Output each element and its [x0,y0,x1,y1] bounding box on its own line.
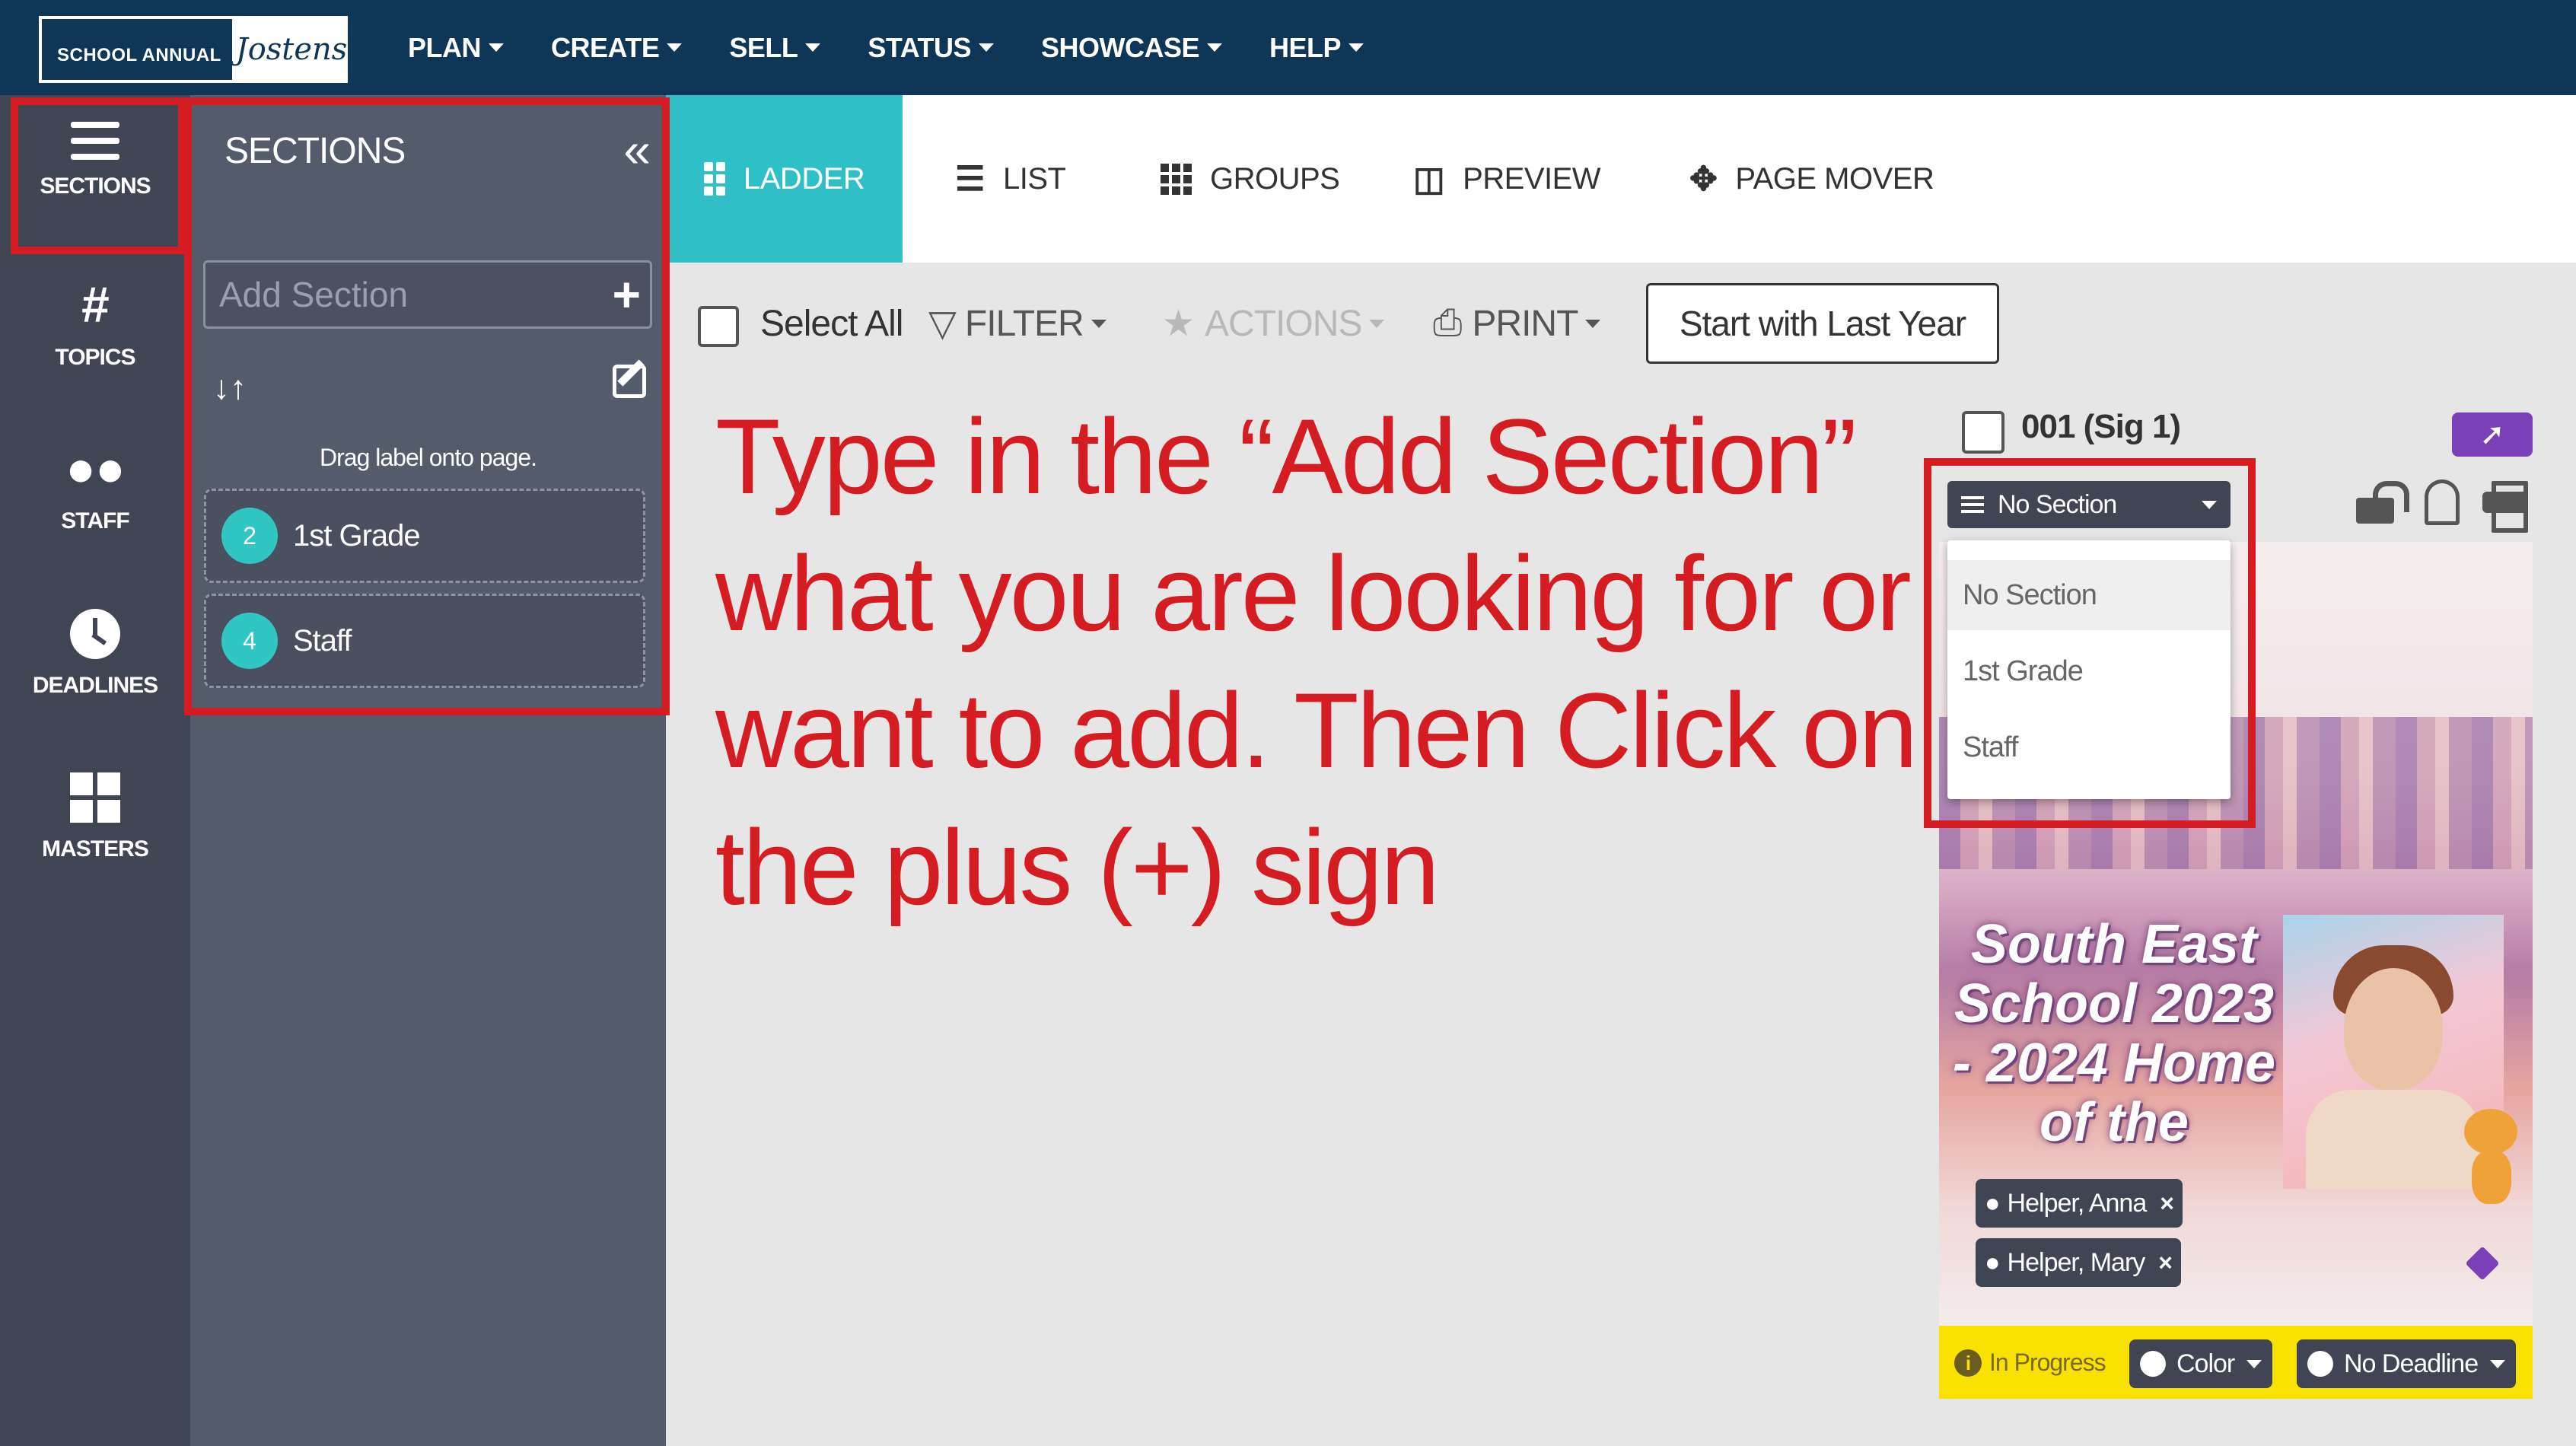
print-icon[interactable] [2482,481,2528,533]
color-dropdown[interactable]: Color [2129,1339,2273,1388]
filter-icon: ▽ [928,304,957,344]
highlight-sections-panel [184,97,670,715]
ladder-icon [704,162,725,196]
close-icon[interactable]: × [2158,1249,2173,1277]
helper-tag-anna[interactable]: ● Helper, Anna × [1976,1179,2183,1228]
chevron-down-icon [1207,43,1223,52]
nav-showcase[interactable]: SHOWCASE [1041,32,1223,64]
chevron-down-icon [805,43,821,52]
share-icon[interactable]: ➚ [2452,412,2533,457]
clock-icon [2307,1351,2333,1377]
close-icon[interactable]: × [2160,1190,2174,1218]
logo-jostens: Jostens [235,32,348,67]
chevron-down-icon [1585,319,1601,328]
chevron-down-icon [1369,319,1385,328]
rail-item-topics[interactable]: # TOPICS [0,278,190,371]
left-rail: SECTIONS # TOPICS ●● STAFF DEADLINES MAS… [0,95,190,1446]
main-nav: PLAN CREATE SELL STATUS SHOWCASE HELP [408,0,1411,95]
clock-icon [70,609,120,659]
groups-icon [1161,163,1192,195]
select-all-checkbox[interactable] [698,306,739,347]
tab-preview[interactable]: ◫ PREVIEW [1413,95,1601,263]
lock-icon[interactable] [2356,481,2409,524]
tab-groups[interactable]: GROUPS [1161,95,1340,263]
app-logo[interactable]: SCHOOL ANNUAL Jostens [37,14,350,85]
chevron-down-icon [489,43,504,52]
tab-page-mover[interactable]: ✥ PAGE MOVER [1689,95,1934,263]
info-icon: i [1954,1349,1982,1377]
tiger-mascot [2457,1109,2525,1208]
action-bar: Select All ▽ FILTER ★ ACTIONS ⎙ PRINT St… [666,263,2576,384]
print-button[interactable]: ⎙ PRINT [1433,263,1601,384]
book-icon: ◫ [1413,160,1445,198]
users-icon: ● [1985,1188,2001,1218]
nav-plan[interactable]: PLAN [408,32,504,64]
rail-item-masters[interactable]: MASTERS [0,772,190,862]
nav-status[interactable]: STATUS [868,32,995,64]
chevron-down-icon [2490,1359,2506,1368]
filter-button[interactable]: ▽ FILTER [928,263,1107,384]
list-icon: ☰ [955,160,985,198]
tab-ladder[interactable]: LADDER [666,95,903,263]
chevron-down-icon [1348,43,1364,52]
print-icon: ⎙ [1433,303,1462,343]
grid-icon [70,772,120,823]
move-icon: ✥ [1689,160,1718,198]
instruction-text: Type in the “Add Section” what you are l… [715,397,1918,927]
preview-school-title: South East School 2023 - 2024 Home of th… [1952,914,2276,1153]
highlight-section-dropdown [1924,458,2256,828]
top-navbar: SCHOOL ANNUAL Jostens PLAN CREATE SELL S… [0,0,2576,95]
users-icon: ●● [65,440,126,496]
rail-item-deadlines[interactable]: DEADLINES [0,609,190,699]
tab-list[interactable]: ☰ LIST [955,95,1066,263]
actions-button[interactable]: ★ ACTIONS [1162,263,1385,384]
page-checkbox[interactable] [1962,411,2004,454]
page-status-bar: i In Progress Color No Deadline [1939,1326,2533,1399]
users-icon: ● [1985,1247,2001,1277]
hash-icon: # [81,276,110,333]
star-icon: ★ [1162,304,1195,344]
palette-icon [2140,1351,2166,1377]
ghost-icon[interactable] [2425,479,2460,525]
logo-school-annual: SCHOOL ANNUAL [39,16,235,83]
nav-create[interactable]: CREATE [551,32,683,64]
select-all-label[interactable]: Select All [760,263,903,384]
chevron-down-icon [979,43,995,52]
chevron-down-icon [1091,319,1107,328]
view-tabs: LADDER ☰ LIST GROUPS ◫ PREVIEW ✥ PAGE MO… [666,95,2576,263]
chevron-down-icon [667,43,683,52]
deadline-dropdown[interactable]: No Deadline [2297,1339,2517,1388]
status-badge[interactable]: i In Progress [1954,1349,2106,1377]
nav-help[interactable]: HELP [1269,32,1364,64]
rail-item-staff[interactable]: ●● STAFF [0,441,190,534]
helper-tag-mary[interactable]: ● Helper, Mary × [1976,1238,2181,1287]
nav-sell[interactable]: SELL [729,32,821,64]
chevron-down-icon [2246,1359,2262,1368]
start-with-last-year-button[interactable]: Start with Last Year [1646,283,1999,364]
highlight-sections-rail [11,97,186,254]
page-title: 001 (Sig 1) [2021,408,2181,445]
